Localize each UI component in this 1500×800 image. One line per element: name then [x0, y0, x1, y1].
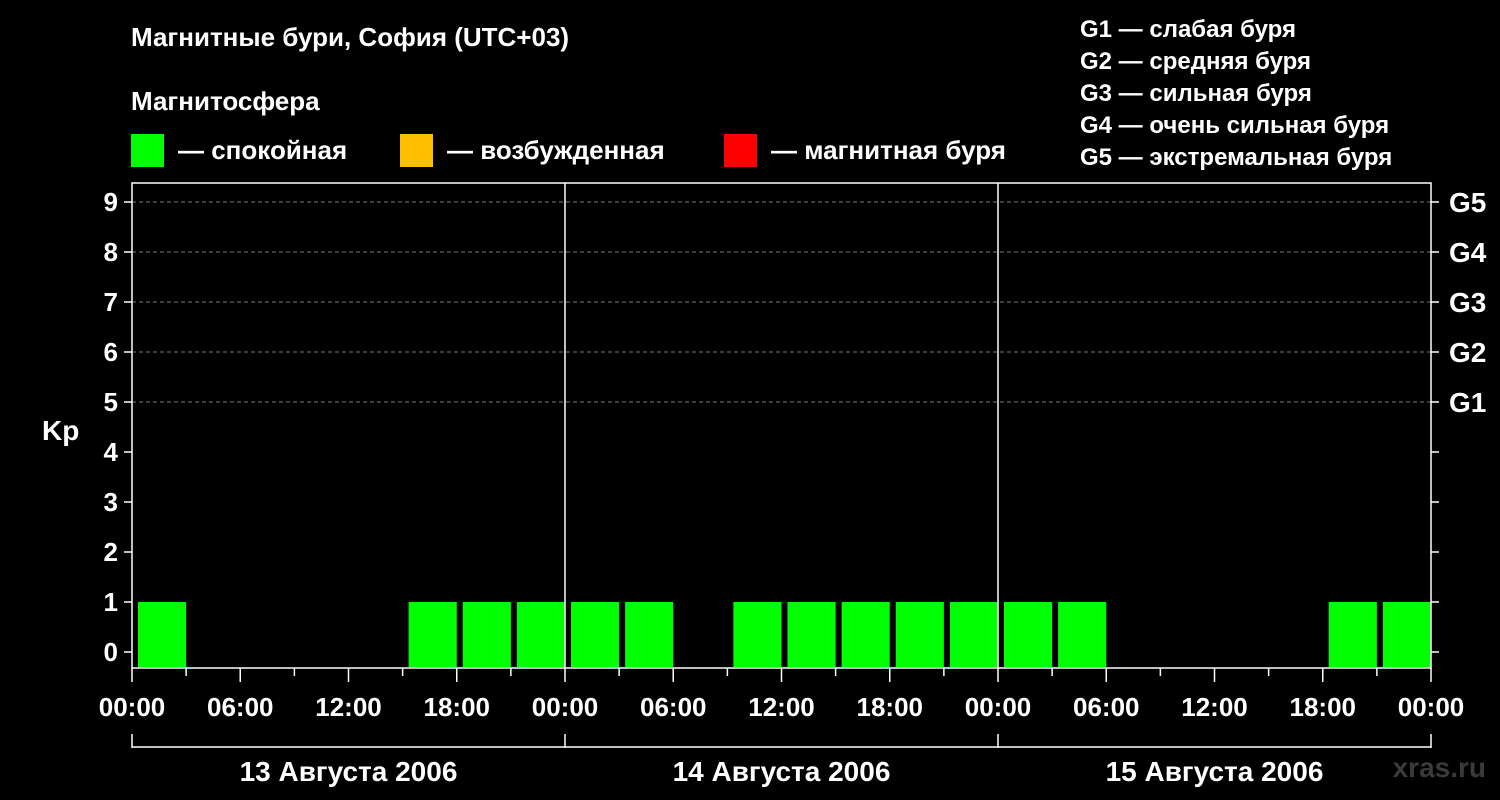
x-tick-label-9: 06:00 — [1073, 692, 1140, 722]
day-label-0: 13 Августа 2006 — [240, 756, 458, 787]
kp-bar-chart: 0 1 2 3 4 5 6 7 8 9 G1 G2 G3 G4 G5 Kp 00:00 06:00 12:00 18:… — [42, 182, 1487, 787]
bar-7 — [516, 602, 565, 667]
y-tick-label-5: 5 — [104, 387, 118, 417]
y-tick-label-3: 3 — [104, 487, 118, 517]
x-tick-label-5: 06:00 — [640, 692, 707, 722]
bar-14 — [895, 602, 944, 667]
x-tick-label-3: 18:00 — [424, 692, 491, 722]
y-tick-label-1: 1 — [104, 587, 118, 617]
bar-0 — [138, 602, 187, 667]
y-tick-label-0: 0 — [104, 637, 118, 667]
x-tick-label-6: 12:00 — [748, 692, 815, 722]
g-level-label-g5: G5 — [1449, 187, 1486, 218]
g-level-label-g4: G4 — [1449, 237, 1487, 268]
y-tick-label-2: 2 — [104, 537, 118, 567]
watermark: xras.ru — [1392, 752, 1486, 783]
bar-15 — [949, 602, 998, 667]
g-level-label-g1: G1 — [1449, 387, 1486, 418]
g-level-label-g3: G3 — [1449, 287, 1486, 318]
x-tick-label-8: 00:00 — [965, 692, 1032, 722]
bar-12 — [787, 602, 836, 667]
y-tick-label-9: 9 — [104, 187, 118, 217]
bar-13 — [841, 602, 890, 667]
x-tick-label-1: 06:00 — [207, 692, 274, 722]
bar-8 — [571, 602, 620, 667]
x-tick-label-11: 18:00 — [1290, 692, 1357, 722]
bar-11 — [733, 602, 782, 667]
x-tick-label-10: 12:00 — [1181, 692, 1248, 722]
bar-17 — [1058, 602, 1107, 667]
x-tick-label-0: 00:00 — [99, 692, 166, 722]
y-axis-label: Kp — [42, 415, 79, 446]
bar-6 — [462, 602, 511, 667]
y-tick-label-7: 7 — [104, 287, 118, 317]
y-tick-label-4: 4 — [104, 437, 119, 467]
bar-23 — [1382, 602, 1431, 667]
x-tick-label-4: 00:00 — [532, 692, 599, 722]
y-tick-label-6: 6 — [104, 337, 118, 367]
bar-22 — [1328, 602, 1377, 667]
bar-5 — [408, 602, 457, 667]
x-tick-label-12: 00:00 — [1398, 692, 1465, 722]
bar-16 — [1004, 602, 1053, 667]
x-tick-label-2: 12:00 — [315, 692, 382, 722]
day-label-1: 14 Августа 2006 — [673, 756, 891, 787]
day-label-2: 15 Августа 2006 — [1106, 756, 1324, 787]
bar-9 — [625, 602, 674, 667]
y-tick-label-8: 8 — [104, 237, 118, 267]
x-tick-label-7: 18:00 — [857, 692, 924, 722]
plot-frame — [131, 182, 1432, 669]
g-level-label-g2: G2 — [1449, 337, 1486, 368]
